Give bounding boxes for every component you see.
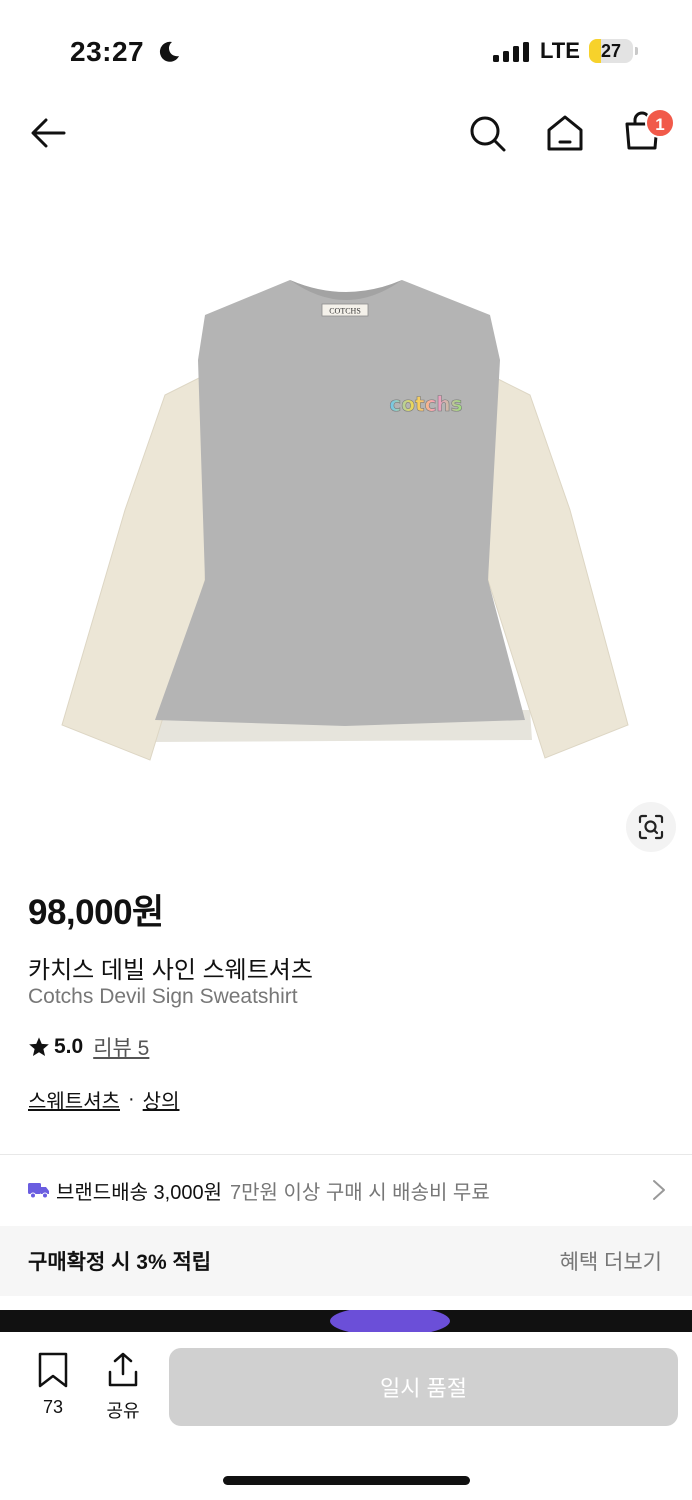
banner-strip bbox=[0, 1310, 692, 1332]
back-arrow-icon[interactable] bbox=[28, 112, 70, 154]
delivery-truck-icon bbox=[28, 1183, 49, 1199]
search-icon[interactable] bbox=[466, 112, 508, 154]
home-indicator bbox=[223, 1476, 470, 1485]
bookmark-button[interactable]: 73 bbox=[30, 1352, 76, 1418]
category-link-top[interactable]: 상의 bbox=[143, 1085, 180, 1114]
product-price: 98,000원 bbox=[28, 893, 164, 932]
share-icon bbox=[108, 1352, 138, 1387]
shirt-tag-text: COTCHS bbox=[329, 307, 361, 316]
network-label: LTE bbox=[540, 38, 580, 63]
category-breadcrumb: 스웨트셔츠 · 상의 bbox=[28, 1085, 179, 1114]
product-name-english: Cotchs Devil Sign Sweatshirt bbox=[28, 985, 298, 1008]
moon-icon bbox=[159, 41, 179, 62]
benefit-row: 구매확정 시 3% 적립 혜택 더보기 bbox=[0, 1226, 692, 1296]
benefit-more-link[interactable]: 혜택 더보기 bbox=[560, 1246, 662, 1276]
category-link-sweatshirt[interactable]: 스웨트셔츠 bbox=[28, 1085, 120, 1114]
camera-lens-icon bbox=[638, 814, 664, 840]
battery-indicator: 27 bbox=[589, 39, 633, 63]
shirt-logo-text: cotchs bbox=[389, 392, 462, 416]
bookmark-icon bbox=[38, 1352, 68, 1388]
points-benefit-text: 구매확정 시 3% 적립 bbox=[28, 1251, 212, 1274]
share-label: 공유 bbox=[106, 1401, 140, 1421]
signal-icon bbox=[493, 42, 529, 62]
chevron-right-icon bbox=[653, 1180, 665, 1200]
cart-count-badge: 1 bbox=[645, 108, 675, 138]
bottom-action-bar: 73 공유 일시 품절 bbox=[0, 1332, 692, 1500]
battery-cap bbox=[635, 47, 638, 55]
category-separator: · bbox=[128, 1088, 135, 1110]
star-icon bbox=[29, 1037, 49, 1056]
shipping-free-condition: 7만원 이상 구매 시 배송비 무료 bbox=[230, 1181, 490, 1204]
sold-out-button[interactable]: 일시 품절 bbox=[169, 1348, 678, 1426]
status-time: 23:27 bbox=[70, 36, 145, 67]
bookmark-count: 73 bbox=[42, 1397, 64, 1417]
shirt-body bbox=[155, 280, 525, 726]
rating-row: 5.0 리뷰 5 bbox=[28, 1033, 149, 1061]
home-icon[interactable] bbox=[544, 112, 586, 154]
share-button[interactable]: 공유 bbox=[100, 1352, 146, 1423]
banner-glow bbox=[330, 1310, 450, 1332]
shipping-info-row[interactable]: 브랜드배송 3,000원 7만원 이상 구매 시 배송비 무료 bbox=[0, 1155, 692, 1225]
review-link[interactable]: 리뷰 5 bbox=[93, 1032, 149, 1062]
product-image: COTCHS cotchs bbox=[61, 280, 629, 761]
battery-percent: 27 bbox=[600, 41, 622, 61]
image-search-button[interactable] bbox=[626, 802, 676, 852]
shipping-fee: 브랜드배송 3,000원 bbox=[56, 1181, 223, 1204]
product-name-korean: 카치스 데빌 사인 스웨트셔츠 bbox=[28, 957, 313, 984]
rating-value: 5.0 bbox=[54, 1035, 84, 1058]
status-bar: 23:27 LTE 27 bbox=[0, 0, 692, 100]
